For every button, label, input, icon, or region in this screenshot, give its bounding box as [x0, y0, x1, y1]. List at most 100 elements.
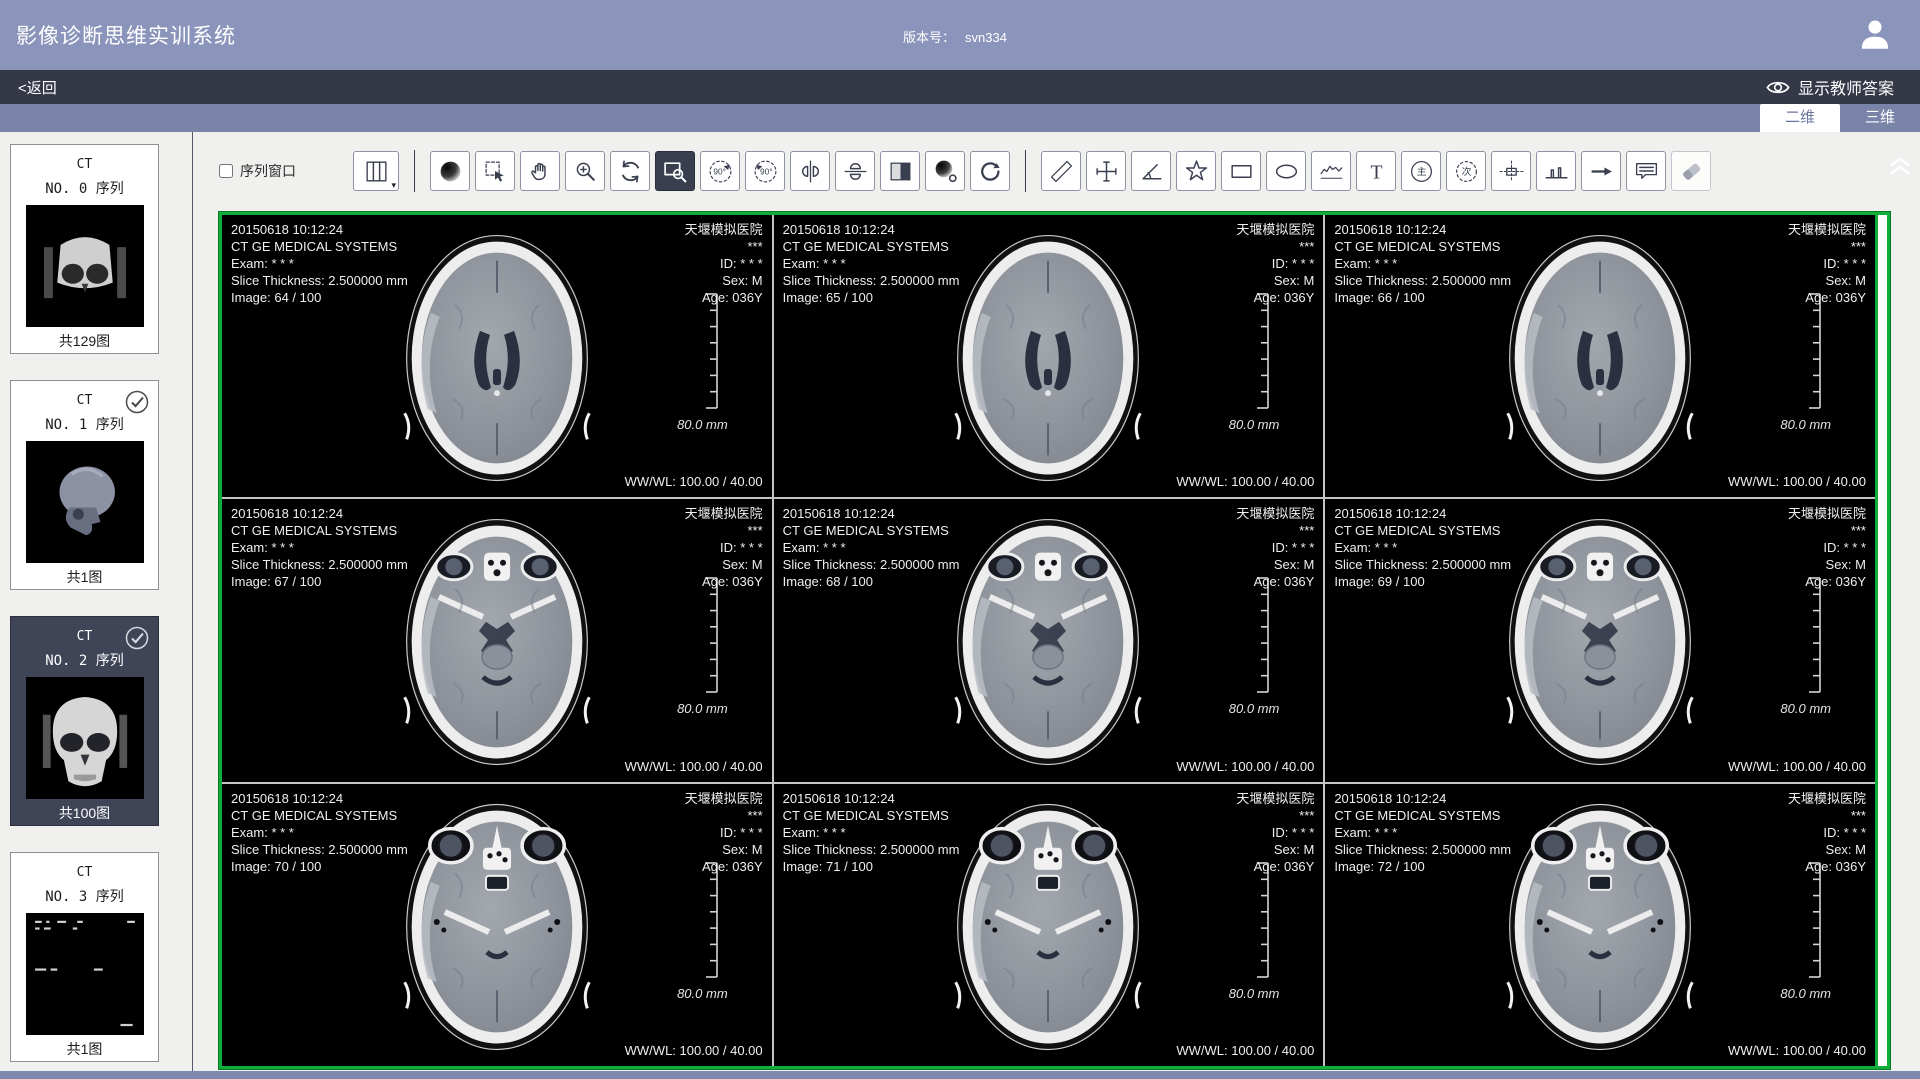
tool-layout-button[interactable]: ▾	[353, 151, 399, 191]
series-modality: CT	[11, 157, 158, 172]
version-value: svn334	[965, 30, 1007, 45]
series-name: NO. 2 序列	[11, 650, 158, 670]
series-thumbnail	[26, 677, 144, 799]
scale-label: 80.0 mm	[1229, 986, 1280, 1001]
series-window-checkbox[interactable]	[219, 164, 233, 178]
tool-star-button[interactable]	[1176, 151, 1216, 191]
tool-invert-button[interactable]	[880, 151, 920, 191]
overlay-exam: Exam: * * *	[231, 255, 408, 272]
dimension-tabs: 二维三维	[0, 104, 1920, 132]
scale-label: 80.0 mm	[1780, 417, 1831, 432]
tool-roi-button[interactable]	[1491, 151, 1531, 191]
overlay-top-right: 天堰模拟医院***ID: * * *Sex: MAge: 036Y	[1236, 790, 1314, 875]
overlay-age: Age: 036Y	[1788, 573, 1866, 590]
tool-zoom-button[interactable]	[565, 151, 605, 191]
refresh-icon	[617, 158, 644, 185]
scale-ruler	[1808, 862, 1823, 983]
image-cell-7[interactable]: 20150618 10:12:24CT GE MEDICAL SYSTEMSEx…	[774, 784, 1324, 1066]
tool-arrow-button[interactable]	[1581, 151, 1621, 191]
tool-pan-button[interactable]	[520, 151, 560, 191]
show-answer-label: 显示教师答案	[1798, 75, 1894, 99]
scale-label: 80.0 mm	[1229, 417, 1280, 432]
overlay-device: CT GE MEDICAL SYSTEMS	[231, 522, 408, 539]
image-cell-6[interactable]: 20150618 10:12:24CT GE MEDICAL SYSTEMSEx…	[222, 784, 772, 1066]
overlay-exam: Exam: * * *	[783, 824, 960, 841]
toolbar-separator	[414, 150, 415, 192]
image-cell-1[interactable]: 20150618 10:12:24CT GE MEDICAL SYSTEMSEx…	[774, 215, 1324, 497]
tool-angle-button[interactable]	[1131, 151, 1171, 191]
tool-rotate-right-button[interactable]: 90°	[745, 151, 785, 191]
overlay-datetime: 20150618 10:12:24	[1334, 790, 1511, 807]
overlay-image-number: Image: 70 / 100	[231, 858, 408, 875]
overlay-age: Age: 036Y	[1788, 289, 1866, 306]
overlay-exam: Exam: * * *	[231, 824, 408, 841]
svg-text:T: T	[1370, 161, 1382, 183]
overlay-patient-id: ID: * * *	[685, 824, 763, 841]
tool-mark-main-button[interactable]: 主	[1401, 151, 1441, 191]
image-cell-8[interactable]: 20150618 10:12:24CT GE MEDICAL SYSTEMSEx…	[1325, 784, 1875, 1066]
image-cell-2[interactable]: 20150618 10:12:24CT GE MEDICAL SYSTEMSEx…	[1325, 215, 1875, 497]
series-card-3[interactable]: CTNO. 3 序列共1图	[10, 852, 159, 1062]
tool-wl-sphere-button[interactable]	[430, 151, 470, 191]
image-cell-0[interactable]: 20150618 10:12:24CT GE MEDICAL SYSTEMSEx…	[222, 215, 772, 497]
tool-reset-button[interactable]	[970, 151, 1010, 191]
tool-curve-button[interactable]	[1311, 151, 1351, 191]
svg-text:90°: 90°	[713, 166, 726, 176]
tool-ellipse-button[interactable]	[1266, 151, 1306, 191]
overlay-top-left: 20150618 10:12:24CT GE MEDICAL SYSTEMSEx…	[231, 790, 408, 875]
overlay-exam: Exam: * * *	[783, 255, 960, 272]
overlay-thickness: Slice Thickness: 2.500000 mm	[783, 841, 960, 858]
curve-icon	[1318, 158, 1345, 185]
series-thumbnail	[26, 913, 144, 1035]
collapse-toolbar-icon[interactable]	[1888, 156, 1912, 176]
image-grid: 20150618 10:12:24CT GE MEDICAL SYSTEMSEx…	[222, 215, 1875, 1066]
image-cell-4[interactable]: 20150618 10:12:24CT GE MEDICAL SYSTEMSEx…	[774, 499, 1324, 781]
image-cell-5[interactable]: 20150618 10:12:24CT GE MEDICAL SYSTEMSEx…	[1325, 499, 1875, 781]
overlay-window-level: WW/WL: 100.00 / 40.00	[1176, 758, 1314, 775]
tool-zoom-rect-button[interactable]	[655, 151, 695, 191]
tool-mark-secondary-button[interactable]: 次	[1446, 151, 1486, 191]
tool-select-button[interactable]	[475, 151, 515, 191]
overlay-device: CT GE MEDICAL SYSTEMS	[1334, 522, 1511, 539]
overlay-window-level: WW/WL: 100.00 / 40.00	[1728, 1042, 1866, 1059]
tool-wl-auto-button[interactable]	[925, 151, 965, 191]
tool-comment-button[interactable]	[1626, 151, 1666, 191]
tool-rotate-left-button[interactable]: 90°	[700, 151, 740, 191]
overlay-device: CT GE MEDICAL SYSTEMS	[231, 238, 408, 255]
tool-cross-button[interactable]	[1086, 151, 1126, 191]
overlay-thickness: Slice Thickness: 2.500000 mm	[1334, 556, 1511, 573]
flip-v-icon	[842, 158, 869, 185]
series-card-1[interactable]: CTNO. 1 序列共1图	[10, 380, 159, 590]
tool-refresh-button[interactable]	[610, 151, 650, 191]
viewer-scrollbar[interactable]	[1875, 215, 1887, 1066]
overlay-top-right: 天堰模拟医院***ID: * * *Sex: MAge: 036Y	[685, 790, 763, 875]
tab-3d[interactable]: 三维	[1840, 104, 1920, 132]
image-cell-3[interactable]: 20150618 10:12:24CT GE MEDICAL SYSTEMSEx…	[222, 499, 772, 781]
ct-brain-image	[938, 221, 1159, 492]
overlay-device: CT GE MEDICAL SYSTEMS	[783, 522, 960, 539]
back-button[interactable]: <返回	[0, 77, 57, 98]
tool-profile-button[interactable]	[1536, 151, 1576, 191]
series-window-toggle[interactable]: 序列窗口	[219, 161, 296, 181]
series-card-2[interactable]: CTNO. 2 序列共100图	[10, 616, 159, 826]
tab-2d[interactable]: 二维	[1760, 104, 1840, 132]
show-answer-button[interactable]: 显示教师答案	[1766, 75, 1920, 99]
overlay-age: Age: 036Y	[685, 289, 763, 306]
overlay-datetime: 20150618 10:12:24	[783, 505, 960, 522]
overlay-stars: ***	[1236, 238, 1314, 255]
app-title: 影像诊断思维实训系统	[0, 20, 236, 50]
tool-eraser-button[interactable]	[1671, 151, 1711, 191]
checked-icon	[124, 389, 150, 415]
overlay-age: Age: 036Y	[685, 573, 763, 590]
scale-ruler	[1808, 577, 1823, 698]
tool-rect-button[interactable]	[1221, 151, 1261, 191]
overlay-hospital: 天堰模拟医院	[1788, 790, 1866, 807]
overlay-sex: Sex: M	[1788, 841, 1866, 858]
user-avatar-icon[interactable]	[1856, 16, 1894, 54]
tool-flip-h-button[interactable]	[790, 151, 830, 191]
series-card-0[interactable]: CTNO. 0 序列共129图	[10, 144, 159, 354]
overlay-patient-id: ID: * * *	[1788, 824, 1866, 841]
tool-ruler-button[interactable]	[1041, 151, 1081, 191]
tool-flip-v-button[interactable]	[835, 151, 875, 191]
tool-text-button[interactable]: T	[1356, 151, 1396, 191]
